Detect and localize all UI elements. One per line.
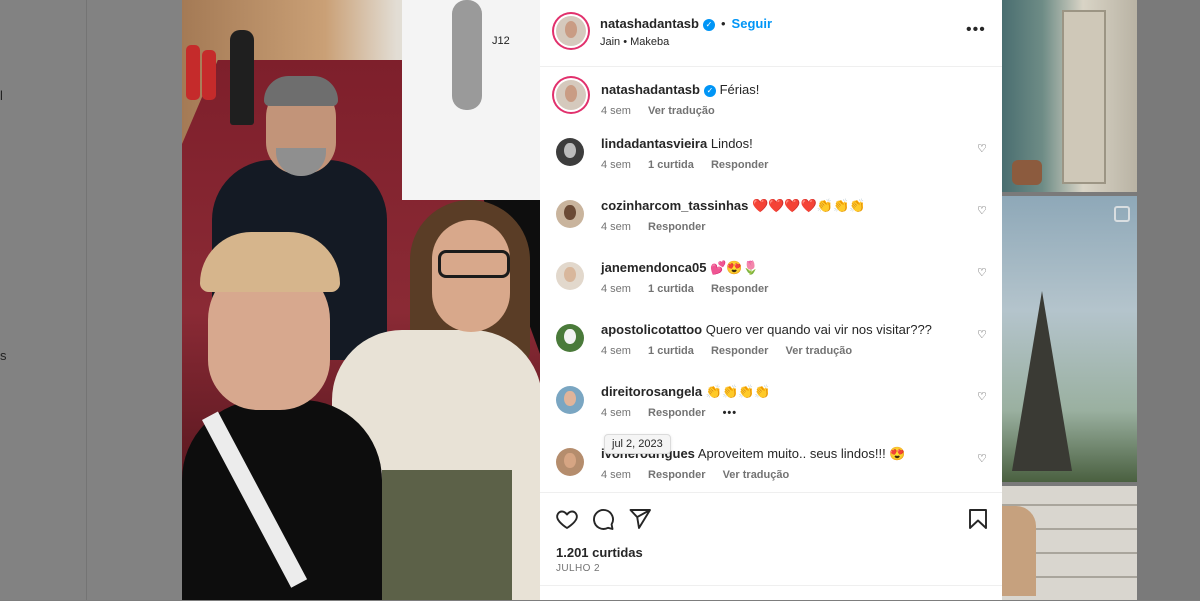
reply-button[interactable]: Responder <box>711 345 768 357</box>
reply-button[interactable]: Responder <box>711 283 768 295</box>
comment-text: 👏👏👏👏 <box>705 384 771 399</box>
comment-item: direitorosangela 👏👏👏👏 4 sem Responder ••… <box>540 376 1002 436</box>
comment-text: Quero ver quando vai vir nos visitar??? <box>705 322 932 337</box>
comment-icon[interactable] <box>591 507 615 531</box>
comment-username[interactable]: natashadantasb <box>601 82 700 97</box>
reply-button[interactable]: Responder <box>648 407 705 419</box>
avatar[interactable] <box>556 80 586 110</box>
avatar[interactable] <box>556 386 584 414</box>
caption: natashadantasb ✓ Férias! 4 sem Ver traduç… <box>540 66 1002 126</box>
bookmark-icon[interactable] <box>966 507 990 531</box>
comment-likes[interactable]: 1 curtida <box>648 159 694 171</box>
comment-text: Aproveitem muito.. seus lindos!!! 😍 <box>697 446 906 461</box>
avatar[interactable] <box>556 324 584 352</box>
verified-icon: ✓ <box>703 85 716 97</box>
more-icon[interactable]: ••• <box>966 22 990 42</box>
comment-likes[interactable]: 1 curtida <box>648 283 694 295</box>
heart-icon[interactable]: ♡ <box>977 328 987 341</box>
reply-button[interactable]: Responder <box>648 221 705 233</box>
comment-options-icon[interactable]: ••• <box>723 407 738 419</box>
translate-link[interactable]: Ver tradução <box>648 105 715 117</box>
date-tooltip: jul 2, 2023 <box>604 434 671 454</box>
avatar[interactable] <box>556 262 584 290</box>
reply-button[interactable]: Responder <box>711 159 768 171</box>
comment-time[interactable]: 4 sem <box>601 221 631 233</box>
share-icon[interactable] <box>628 507 652 531</box>
heart-icon[interactable] <box>555 507 579 531</box>
comment-time[interactable]: 4 sem <box>601 345 631 357</box>
comment-item: lindadantasvieira Lindos! 4 sem 1 curtid… <box>540 128 1002 188</box>
avatar[interactable] <box>556 200 584 228</box>
heart-icon[interactable]: ♡ <box>977 266 987 279</box>
comment-time[interactable]: 4 sem <box>601 469 631 481</box>
sidebar-divider <box>86 0 87 600</box>
comment-text: ❤️❤️❤️❤️👏👏👏 <box>752 198 866 213</box>
comment-item: apostolicotattoo Quero ver quando vai vi… <box>540 314 1002 374</box>
post-details-panel: natashadantasb ✓ • Seguir Jain • Makeba •••… <box>540 0 1002 600</box>
comment-text: 💕😍🌷 <box>710 260 759 275</box>
carousel-icon <box>1114 206 1130 222</box>
grid-thumbnail[interactable] <box>1002 486 1137 600</box>
translate-link[interactable]: Ver tradução <box>785 345 852 357</box>
background-advertisement: J12 <box>402 0 540 200</box>
grid-thumbnail[interactable] <box>1002 196 1137 482</box>
comment-time[interactable]: 4 sem <box>601 105 631 117</box>
comment-username[interactable]: apostolicotattoo <box>601 322 702 337</box>
comment-username[interactable]: cozinharcom_tassinhas <box>601 198 748 213</box>
reply-button[interactable]: Responder <box>648 469 705 481</box>
follow-button[interactable]: Seguir <box>732 16 772 31</box>
post-header: natashadantasb ✓ • Seguir Jain • Makeba ••• <box>540 0 1002 67</box>
grid-thumbnail[interactable] <box>1002 0 1137 192</box>
comment-username[interactable]: janemendonca05 <box>601 260 707 275</box>
like-count[interactable]: 1.201 curtidas <box>556 545 643 560</box>
divider <box>540 585 1002 586</box>
heart-icon[interactable]: ♡ <box>977 390 987 403</box>
comment-item: janemendonca05 💕😍🌷 4 sem 1 curtida Respo… <box>540 252 1002 312</box>
avatar[interactable] <box>556 138 584 166</box>
comment-likes[interactable]: 1 curtida <box>648 345 694 357</box>
avatar[interactable] <box>556 448 584 476</box>
author-avatar[interactable] <box>556 16 586 46</box>
heart-icon[interactable]: ♡ <box>977 142 987 155</box>
background-text-fragment: s <box>0 348 7 363</box>
heart-icon[interactable]: ♡ <box>977 452 987 465</box>
post-actions: 1.201 curtidas JULHO 2 <box>540 492 1002 601</box>
comment-username[interactable]: direitorosangela <box>601 384 702 399</box>
post-date[interactable]: JULHO 2 <box>556 563 600 574</box>
heart-icon[interactable]: ♡ <box>977 204 987 217</box>
comment-time[interactable]: 4 sem <box>601 159 631 171</box>
comment-item: cozinharcom_tassinhas ❤️❤️❤️❤️👏👏👏 4 sem … <box>540 190 1002 250</box>
comment-time[interactable]: 4 sem <box>601 407 631 419</box>
comment-text: Lindos! <box>710 136 753 151</box>
author-username[interactable]: natashadantasb <box>600 16 699 31</box>
caption-text: Férias! <box>719 82 760 97</box>
eiffel-tower-shape <box>1012 291 1072 471</box>
comment-username[interactable]: lindadantasvieira <box>601 136 707 151</box>
comments-list[interactable]: natashadantasb ✓ Férias! 4 sem Ver traduç… <box>540 66 1002 492</box>
audio-label[interactable]: Jain • Makeba <box>600 36 669 48</box>
translate-link[interactable]: Ver tradução <box>723 469 790 481</box>
background-text-fragment: l <box>0 88 3 103</box>
post-photo[interactable]: J12 <box>182 0 540 600</box>
background-left: l s <box>0 0 182 600</box>
comment-time[interactable]: 4 sem <box>601 283 631 295</box>
verified-icon: ✓ <box>702 19 715 31</box>
